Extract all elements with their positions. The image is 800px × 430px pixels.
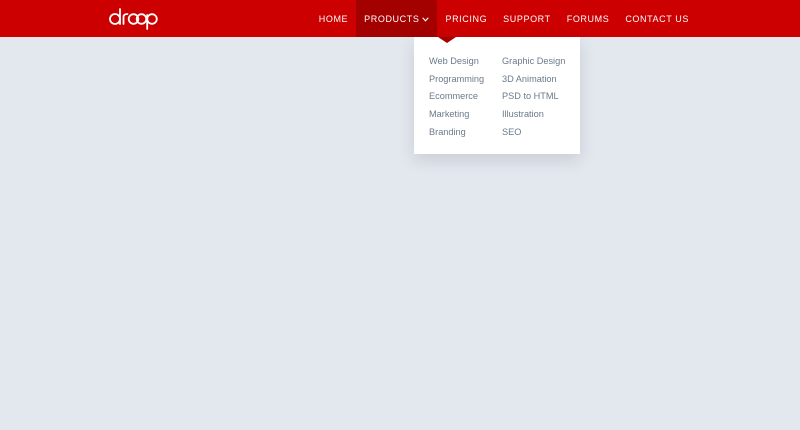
dropdown-item-3d-animation[interactable]: 3D Animation [502,72,565,90]
droop-logo-mark [109,8,158,30]
dropdown-item-branding[interactable]: Branding [429,125,484,143]
navbar: HOME PRODUCTS PRICING SUPPORT FORUMS CON… [0,0,800,37]
nav-forums[interactable]: FORUMS [559,0,618,37]
dropdown-right-column: Graphic Design 3D Animation PSD to HTML … [502,54,565,142]
nav-pricing-label: PRICING [445,13,488,24]
nav-home[interactable]: HOME [311,0,356,37]
nav-pricing[interactable]: PRICING [437,0,495,37]
nav-products[interactable]: PRODUCTS [356,0,438,37]
products-dropdown: Web Design Programming Ecommerce Marketi… [414,37,580,154]
dropdown-item-marketing[interactable]: Marketing [429,107,484,125]
nav-contact-us[interactable]: CONTACT US [617,0,697,37]
chevron-down-icon [422,14,430,24]
nav-home-label: HOME [318,13,349,24]
dropdown-left-column: Web Design Programming Ecommerce Marketi… [429,54,484,142]
droop-logo[interactable] [108,6,160,30]
dropdown-item-programming[interactable]: Programming [429,72,484,90]
nav-support[interactable]: SUPPORT [495,0,559,37]
dropdown-item-graphic-design[interactable]: Graphic Design [502,54,565,72]
nav-forums-label: FORUMS [566,13,610,24]
main-nav: HOME PRODUCTS PRICING SUPPORT FORUMS CON… [311,0,697,37]
nav-contact-us-label: CONTACT US [625,13,689,24]
nav-products-label: PRODUCTS [364,13,420,24]
dropdown-item-ecommerce[interactable]: Ecommerce [429,89,484,107]
dropdown-item-web-design[interactable]: Web Design [429,54,484,72]
dropdown-item-seo[interactable]: SEO [502,125,565,143]
dropdown-item-psd-to-html[interactable]: PSD to HTML [502,89,565,107]
nav-support-label: SUPPORT [503,13,551,24]
dropdown-item-illustration[interactable]: Illustration [502,107,565,125]
dropdown-pointer [438,37,456,43]
